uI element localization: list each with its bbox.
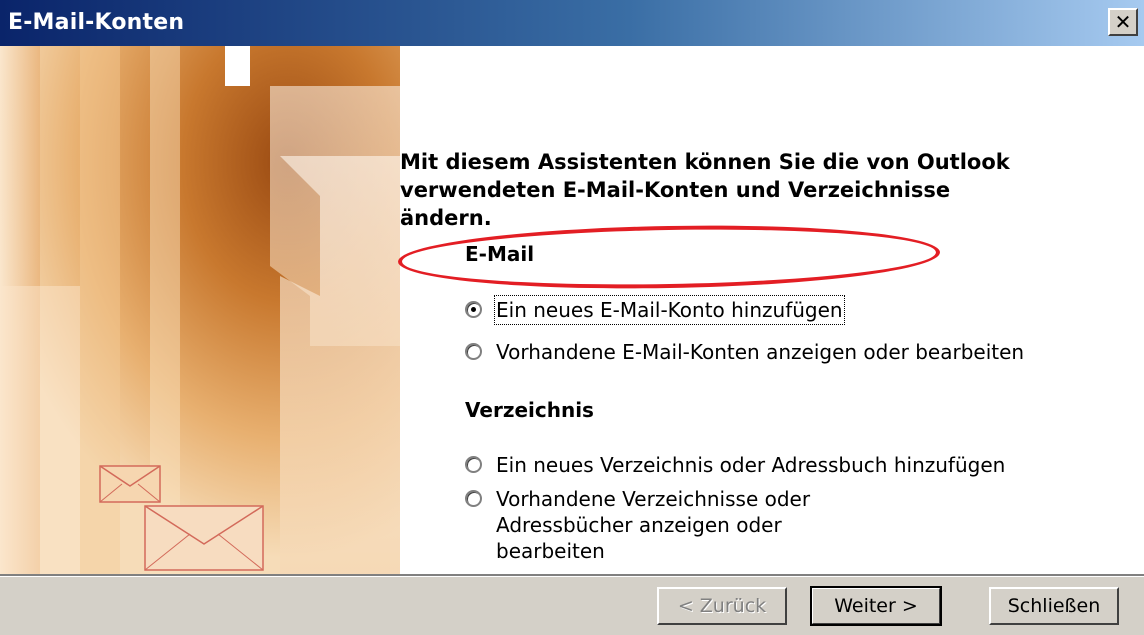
footer-separator: [0, 574, 1144, 577]
radio-label: Ein neues E-Mail-Konto hinzufügen: [494, 295, 845, 325]
close-button[interactable]: Schließen: [989, 587, 1119, 625]
close-icon: ✕: [1114, 10, 1132, 34]
radio-add-directory[interactable]: Ein neues Verzeichnis oder Adressbuch hi…: [465, 452, 1005, 478]
next-button[interactable]: Weiter >: [810, 586, 942, 626]
radio-add-email-account[interactable]: Ein neues E-Mail-Konto hinzufügen: [465, 295, 845, 325]
radio-button[interactable]: [465, 490, 482, 507]
email-accounts-dialog: E-Mail-Konten ✕ Mit diesem Assistenten k…: [0, 0, 1144, 635]
title-bar[interactable]: E-Mail-Konten ✕: [0, 0, 1144, 46]
directory-section-heading: Verzeichnis: [465, 398, 594, 422]
window-title: E-Mail-Konten: [8, 10, 185, 35]
email-section-heading: E-Mail: [465, 242, 535, 266]
radio-view-email-accounts[interactable]: Vorhandene E-Mail-Konten anzeigen oder b…: [465, 339, 1024, 365]
radio-button[interactable]: [465, 456, 482, 473]
radio-label: Vorhandene E-Mail-Konten anzeigen oder b…: [496, 340, 1025, 364]
wizard-intro-text: Mit diesem Assistenten können Sie die vo…: [400, 150, 1010, 230]
close-window-button[interactable]: ✕: [1108, 8, 1138, 36]
wizard-content: Mit diesem Assistenten können Sie die vo…: [0, 46, 1144, 574]
radio-label: Ein neues Verzeichnis oder Adressbuch hi…: [496, 453, 1006, 477]
radio-button[interactable]: [465, 343, 482, 360]
radio-label: Vorhandene Verzeichnisse oder Adressbüch…: [496, 487, 811, 563]
radio-button-checked[interactable]: [465, 301, 482, 318]
back-button[interactable]: < Zurück: [657, 587, 787, 625]
radio-view-directories[interactable]: Vorhandene Verzeichnisse oder Adressbüch…: [465, 486, 885, 564]
wizard-banner-image: [0, 46, 400, 574]
